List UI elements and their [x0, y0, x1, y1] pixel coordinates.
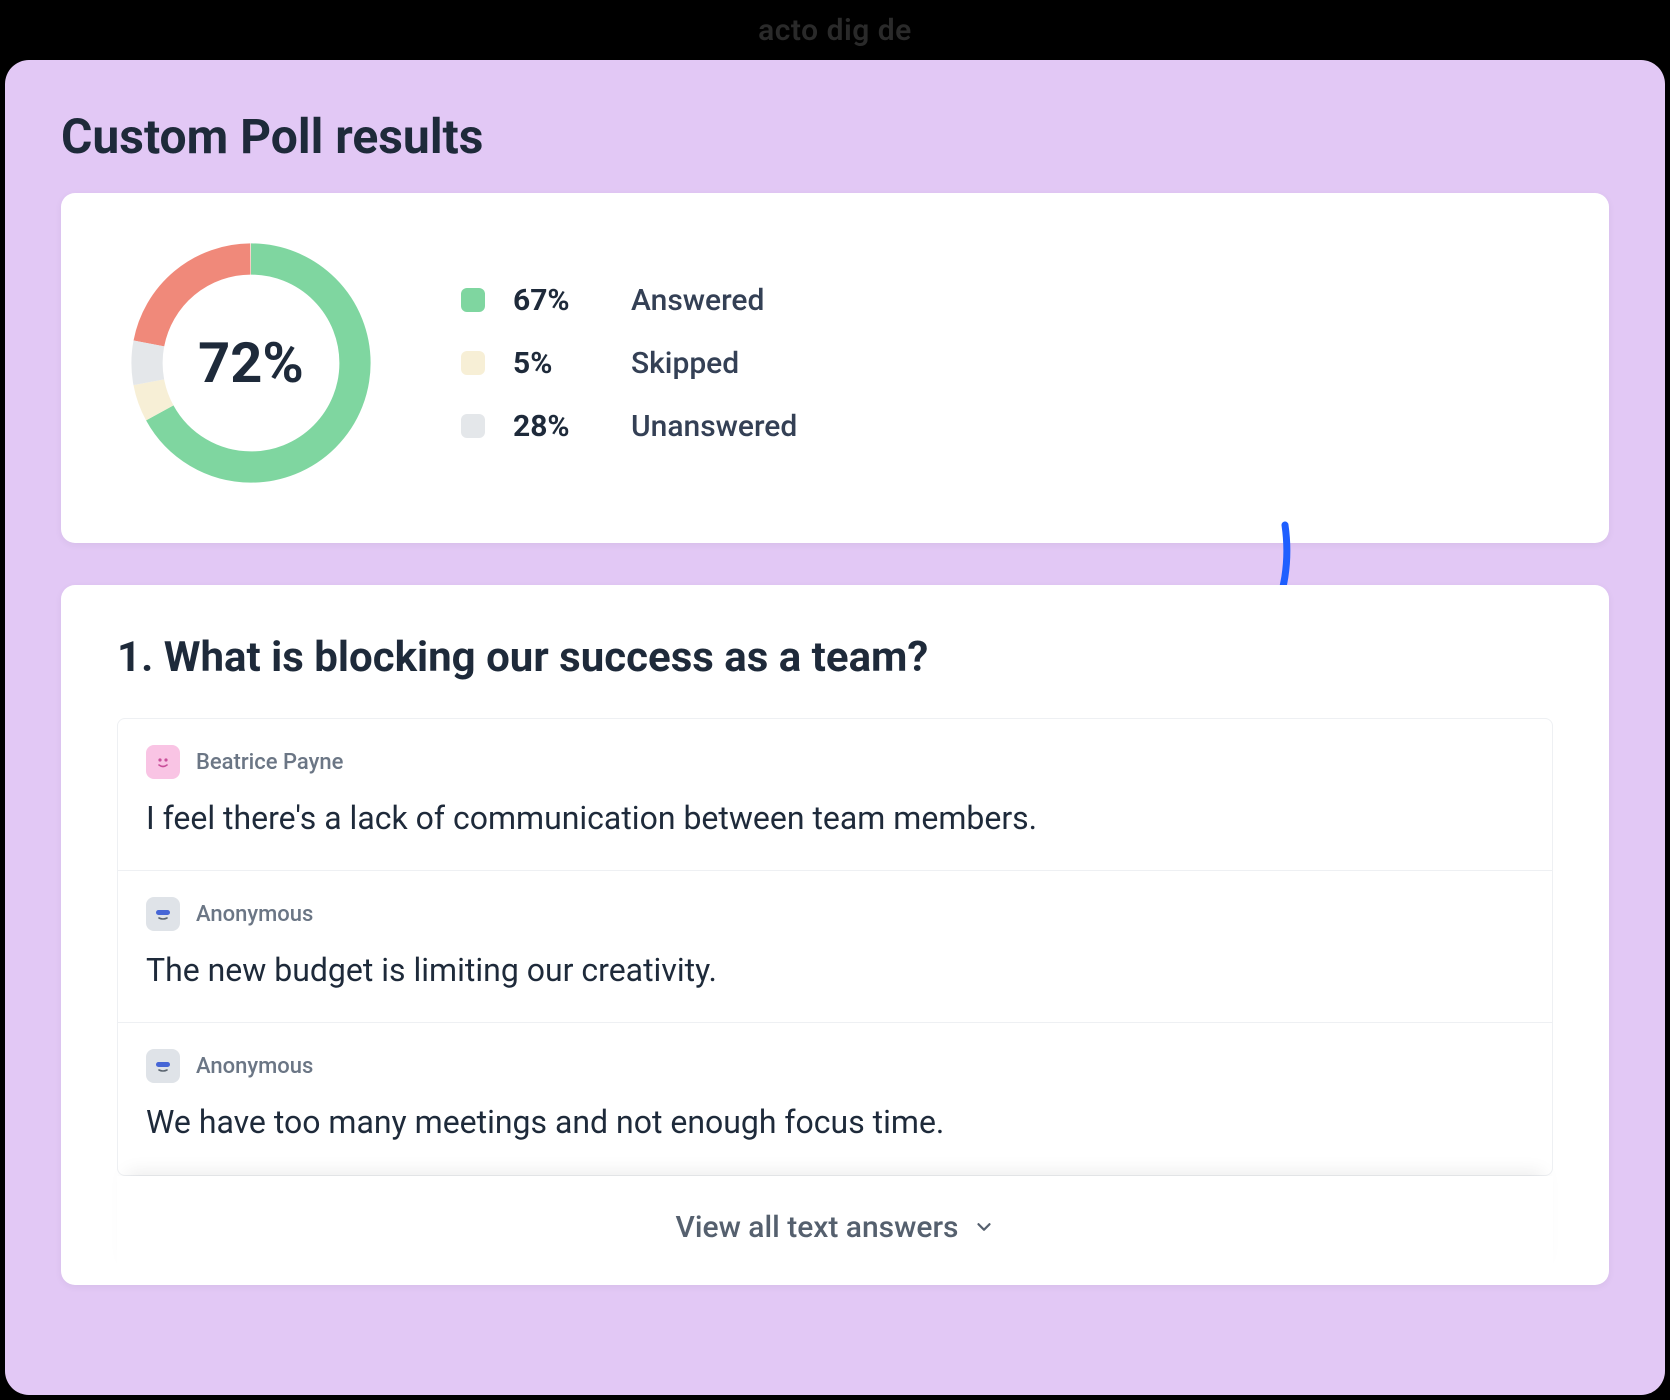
donut-chart: 72% — [121, 233, 381, 493]
top-bar: acto dig de — [0, 0, 1670, 60]
answer-author: Anonymous — [196, 902, 313, 927]
answer-author: Anonymous — [196, 1054, 313, 1079]
answer-author: Beatrice Payne — [196, 750, 343, 775]
legend-row-skipped: 5% Skipped — [461, 346, 797, 381]
view-all-button[interactable]: View all text answers — [117, 1176, 1553, 1285]
answer-text: The new budget is limiting our creativit… — [146, 949, 1524, 992]
page-title: Custom Poll results — [61, 108, 1609, 165]
topbar-title: acto dig de — [758, 13, 912, 48]
answer-text: We have too many meetings and not enough… — [146, 1101, 1524, 1144]
answer-row: Beatrice Payne I feel there's a lack of … — [118, 719, 1552, 871]
legend: 67% Answered 5% Skipped 28% Unanswered — [461, 283, 797, 444]
legend-pct: 5% — [513, 346, 603, 381]
question-card: 1. What is blocking our success as a tea… — [61, 585, 1609, 1285]
question-title: 1. What is blocking our success as a tea… — [117, 633, 1553, 682]
answer-text: I feel there's a lack of communication b… — [146, 797, 1524, 840]
answers-list: Beatrice Payne I feel there's a lack of … — [117, 718, 1553, 1176]
answer-header: Beatrice Payne — [146, 745, 1524, 779]
legend-row-unanswered: 28% Unanswered — [461, 409, 797, 444]
legend-pct: 67% — [513, 283, 603, 318]
legend-pct: 28% — [513, 409, 603, 444]
avatar-icon — [146, 745, 180, 779]
legend-label: Answered — [631, 283, 764, 318]
view-all-label: View all text answers — [675, 1210, 958, 1245]
summary-card: 72% 67% Answered 5% Skipped 28% Unanswer… — [61, 193, 1609, 543]
legend-swatch — [461, 351, 485, 375]
answer-row: Anonymous We have too many meetings and … — [118, 1023, 1552, 1174]
answer-header: Anonymous — [146, 1049, 1524, 1083]
legend-label: Skipped — [631, 346, 739, 381]
chevron-down-icon — [973, 1216, 995, 1238]
avatar-anon-icon — [146, 1049, 180, 1083]
legend-swatch — [461, 288, 485, 312]
answer-row: Anonymous The new budget is limiting our… — [118, 871, 1552, 1023]
legend-label: Unanswered — [631, 409, 797, 444]
legend-row-answered: 67% Answered — [461, 283, 797, 318]
avatar-anon-icon — [146, 897, 180, 931]
page-container: Custom Poll results 72% 67% Answered — [5, 60, 1665, 1395]
legend-swatch — [461, 414, 485, 438]
donut-center-value: 72% — [121, 233, 381, 493]
answer-header: Anonymous — [146, 897, 1524, 931]
